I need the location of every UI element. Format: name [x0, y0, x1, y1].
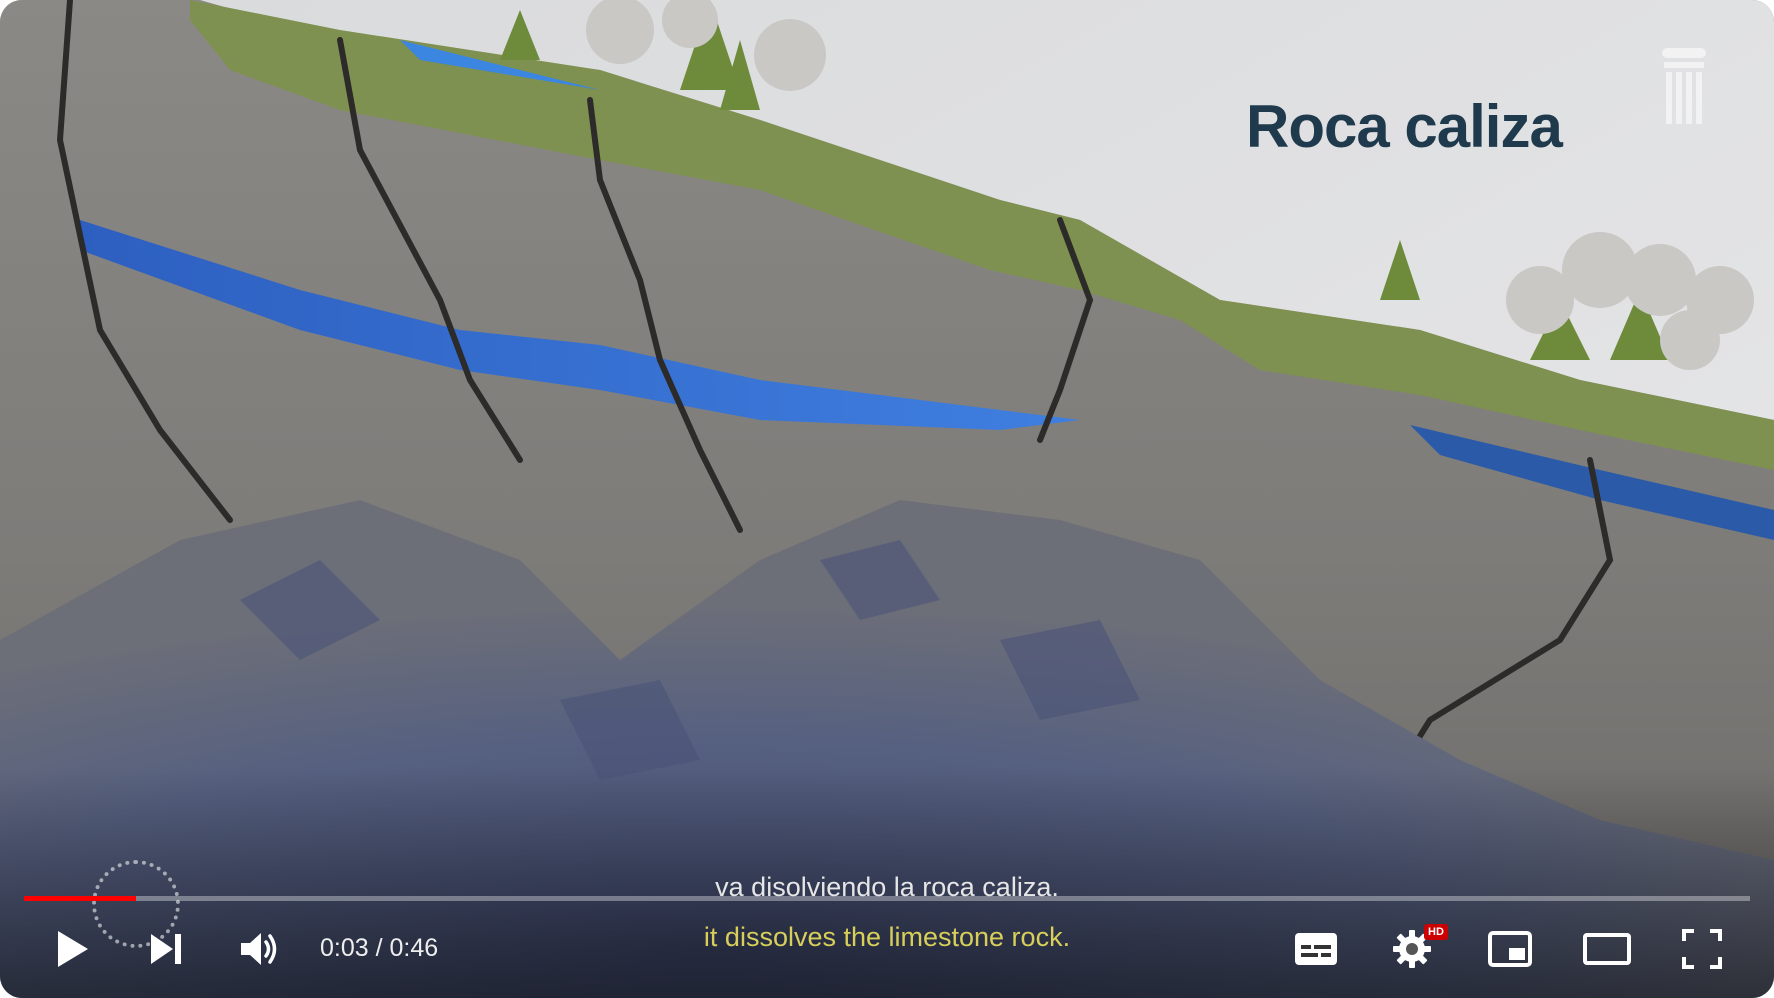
miniplayer-icon [1488, 931, 1532, 967]
current-time: 0:03 [320, 934, 369, 962]
video-title-overlay: Roca caliza [1246, 93, 1563, 160]
subtitles-button[interactable] [1288, 926, 1344, 972]
time-display: 0:03 / 0:46 [320, 934, 438, 963]
subtitles-icon [1295, 933, 1337, 965]
next-button[interactable] [140, 926, 192, 972]
progress-played [24, 896, 137, 901]
time-separator: / [375, 934, 383, 962]
fullscreen-button[interactable] [1676, 926, 1728, 972]
fullscreen-icon [1682, 929, 1722, 969]
duration: 0:46 [389, 934, 439, 962]
play-icon [58, 931, 88, 967]
next-icon [151, 934, 181, 964]
volume-button[interactable] [234, 926, 286, 972]
theater-mode-button[interactable] [1578, 926, 1636, 972]
hd-badge: HD [1424, 924, 1448, 940]
play-button[interactable] [46, 926, 98, 972]
video-player[interactable]: Roca caliza va disolviendo la roca caliz… [0, 0, 1774, 998]
theater-mode-icon [1583, 933, 1631, 965]
channel-logo-icon[interactable] [1658, 48, 1710, 126]
volume-icon [241, 933, 277, 965]
miniplayer-button[interactable] [1482, 926, 1538, 972]
progress-bar[interactable] [24, 896, 1750, 901]
